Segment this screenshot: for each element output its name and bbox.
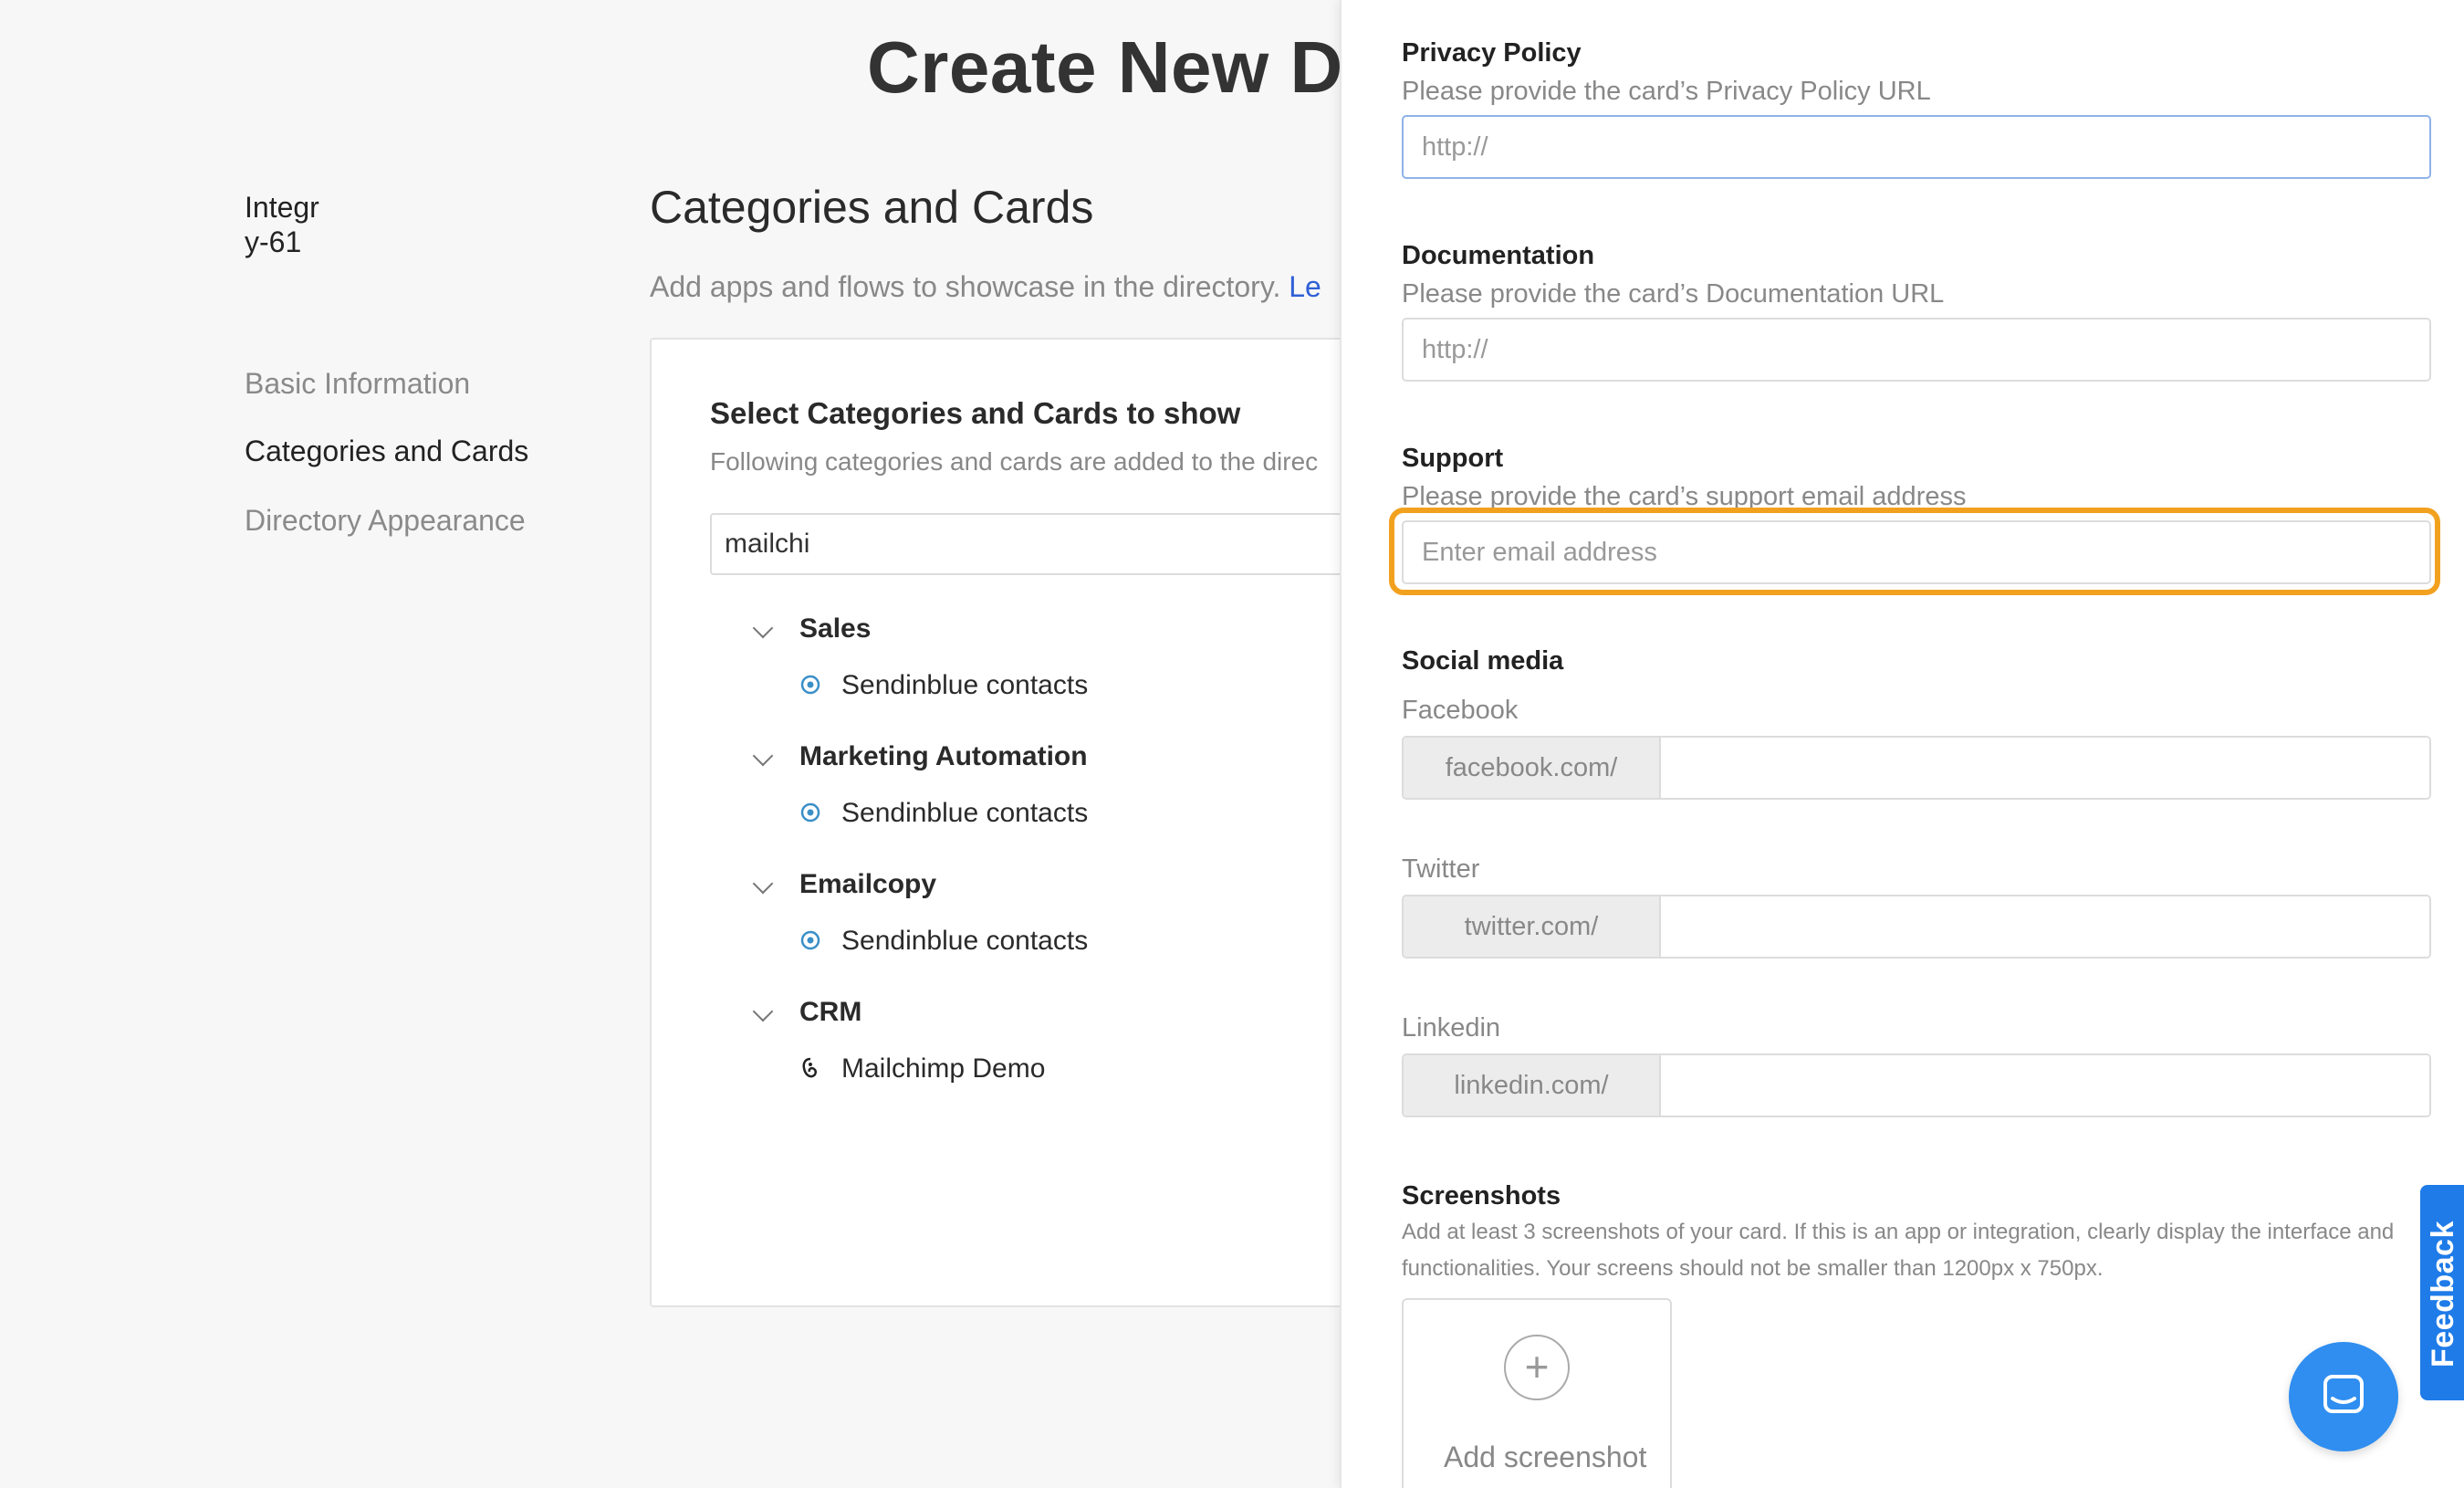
social-media-label: Social media [1402,646,1564,676]
category-label[interactable]: Emailcopy [799,869,936,900]
linkedin-label: Linkedin [1402,1013,1501,1043]
privacy-policy-label: Privacy Policy [1402,38,1582,68]
sendinblue-icon [800,802,820,823]
linkedin-input[interactable] [1661,1055,2429,1116]
category-search-input[interactable]: mailchi [710,513,1404,575]
facebook-prefix: facebook.com/ [1404,738,1661,798]
plus-icon: + [1504,1335,1570,1400]
linkedin-field: linkedin.com/ [1402,1053,2431,1117]
category-label[interactable]: CRM [799,997,861,1028]
chat-launcher-button[interactable] [2289,1342,2398,1451]
category-label[interactable]: Sales [799,613,871,644]
directory-name-line: Integr [245,191,319,224]
sidebar-item-basic-information[interactable]: Basic Information [245,367,470,401]
learn-more-link[interactable]: Le [1289,270,1321,303]
add-screenshot-button[interactable]: + Add screenshot [1402,1298,1672,1488]
card-label[interactable]: Sendinblue contacts [841,670,1088,701]
privacy-policy-url-input[interactable] [1402,115,2431,179]
mailchimp-icon [802,1057,817,1078]
card-label[interactable]: Sendinblue contacts [841,798,1088,829]
add-screenshot-label: Add screenshot [1444,1441,1647,1473]
twitter-prefix: twitter.com/ [1404,896,1661,957]
feedback-label: Feedback [2426,1221,2460,1367]
section-title: Categories and Cards [650,182,1094,233]
twitter-label: Twitter [1402,854,1480,884]
twitter-input[interactable] [1661,896,2429,957]
directory-name-line: y-61 [245,225,302,258]
page-title: Create New Dir [867,26,1394,108]
card-details-drawer: Privacy Policy Please provide the card’s… [1340,0,2464,1488]
card-label[interactable]: Sendinblue contacts [841,926,1088,957]
privacy-policy-help: Please provide the card’s Privacy Policy… [1402,77,1931,106]
panel-title: Select Categories and Cards to show [710,396,1241,430]
sidebar-item-categories-and-cards[interactable]: Categories and Cards [245,435,528,468]
facebook-field: facebook.com/ [1402,736,2431,800]
directory-name: Integr y-61 [245,190,319,259]
linkedin-prefix: linkedin.com/ [1404,1055,1661,1116]
documentation-help: Please provide the card’s Documentation … [1402,279,1945,309]
screenshots-label: Screenshots [1402,1181,1561,1210]
section-description: Add apps and flows to showcase in the di… [650,270,1321,304]
card-label[interactable]: Mailchimp Demo [841,1053,1045,1085]
sidebar-item-directory-appearance[interactable]: Directory Appearance [245,504,526,538]
documentation-label: Documentation [1402,241,1595,270]
panel-description: Following categories and cards are added… [710,447,1319,476]
facebook-input[interactable] [1661,738,2429,798]
sendinblue-icon [800,930,820,950]
support-label: Support [1402,444,1504,473]
chat-icon [2323,1375,2364,1413]
category-label[interactable]: Marketing Automation [799,741,1088,772]
screenshots-help: Add at least 3 screenshots of your card.… [1402,1220,2395,1281]
facebook-label: Facebook [1402,696,1519,725]
sendinblue-icon [800,675,820,695]
twitter-field: twitter.com/ [1402,895,2431,959]
feedback-tab[interactable]: Feedback [2420,1185,2464,1400]
documentation-url-input[interactable] [1402,318,2431,382]
section-description-text: Add apps and flows to showcase in the di… [650,270,1281,303]
support-email-input[interactable] [1402,520,2431,584]
